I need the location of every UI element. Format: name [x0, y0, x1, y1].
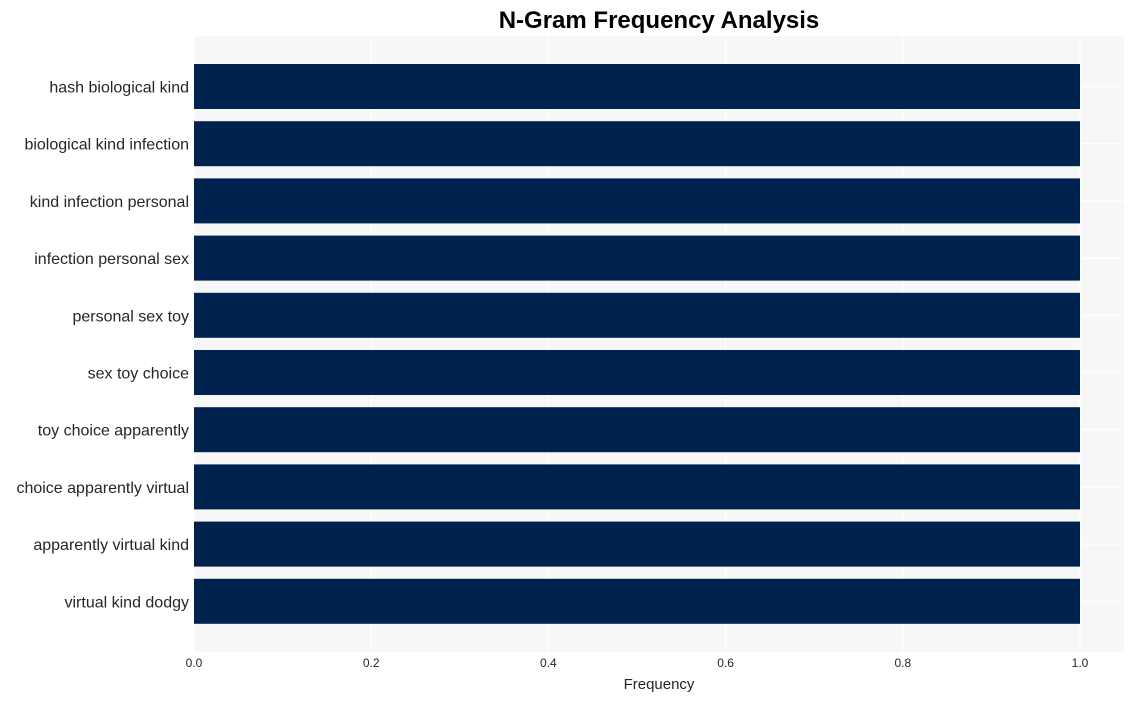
bar — [194, 578, 1080, 624]
x-axis-label: Frequency — [624, 676, 695, 693]
y-tick-label: kind infection personal — [30, 194, 189, 211]
bar — [194, 350, 1080, 395]
x-tick-label: 0.2 — [363, 656, 380, 670]
bar — [194, 464, 1080, 510]
y-tick-label: toy choice apparently — [38, 423, 189, 440]
ngram-bar-chart: hash biological kind biological kind infe… — [16, 7, 1124, 693]
y-axis-labels: hash biological kind biological kind infe… — [16, 80, 189, 612]
y-tick-label: personal sex toy — [72, 308, 189, 325]
bar — [194, 121, 1080, 167]
chart-title: N-Gram Frequency Analysis — [499, 7, 820, 34]
bar — [194, 521, 1080, 567]
bar — [194, 235, 1080, 281]
bar — [194, 292, 1080, 338]
y-tick-label: infection personal sex — [34, 251, 189, 268]
y-tick-label: biological kind infection — [24, 137, 189, 154]
bar — [194, 178, 1080, 224]
bar — [194, 64, 1080, 109]
x-tick-label: 1.0 — [1072, 656, 1089, 670]
x-tick-label: 0.6 — [717, 656, 734, 670]
y-tick-label: virtual kind dodgy — [64, 594, 189, 611]
y-tick-label: choice apparently virtual — [16, 480, 189, 497]
x-tick-label: 0.8 — [894, 656, 911, 670]
y-tick-label: sex toy choice — [88, 366, 189, 383]
y-tick-label: apparently virtual kind — [33, 537, 189, 554]
x-axis-ticks: 0.0 0.2 0.4 0.6 0.8 1.0 — [186, 656, 1089, 670]
x-tick-label: 0.4 — [540, 656, 557, 670]
x-tick-label: 0.0 — [186, 656, 203, 670]
bar — [194, 407, 1080, 453]
y-tick-label: hash biological kind — [49, 80, 189, 97]
